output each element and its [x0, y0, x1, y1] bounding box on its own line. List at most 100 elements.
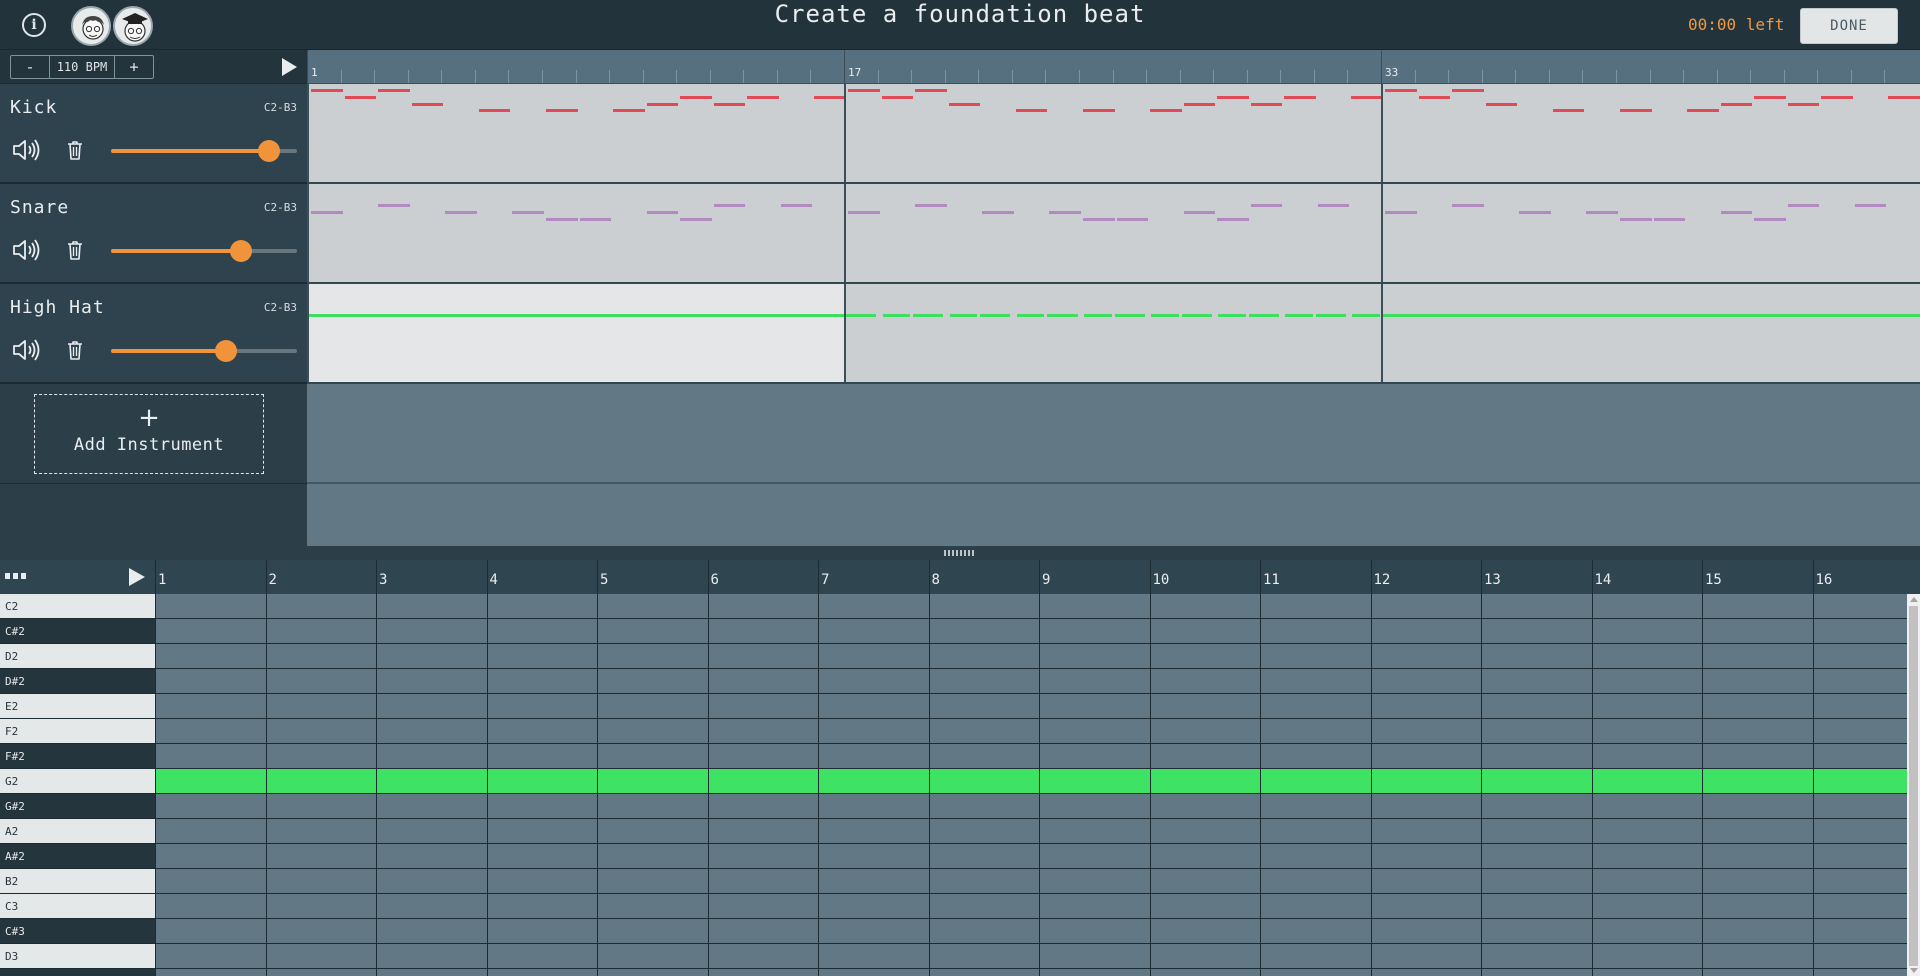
piano-key[interactable]: C3	[0, 894, 155, 919]
grid-row[interactable]	[155, 794, 1907, 819]
pattern-note	[1754, 218, 1786, 221]
add-instrument-button[interactable]: + Add Instrument	[34, 394, 264, 474]
scroll-down-icon[interactable]	[1910, 968, 1918, 973]
pattern-block[interactable]	[307, 284, 846, 382]
piano-key[interactable]: B2	[0, 869, 155, 894]
pattern-block[interactable]	[307, 84, 846, 182]
arrangement-timeline[interactable]: 1 17 33	[307, 50, 1920, 84]
piano-key[interactable]: E2	[0, 694, 155, 719]
page-title: Create a foundation beat	[774, 0, 1146, 28]
add-instrument-row: + Add Instrument	[0, 384, 307, 484]
grid-row[interactable]	[155, 594, 1907, 619]
grid-row[interactable]	[155, 869, 1907, 894]
pattern-note	[579, 218, 612, 221]
piano-key[interactable]: D#2	[0, 669, 155, 694]
pattern-block[interactable]	[844, 184, 1381, 282]
pattern-note	[1285, 314, 1313, 317]
add-instrument-label: Add Instrument	[73, 435, 225, 455]
step-number: 16	[1815, 572, 1833, 588]
pattern-note	[882, 314, 911, 317]
pattern-note	[1584, 314, 1618, 317]
timeline-marker: 1	[311, 66, 318, 79]
piano-key[interactable]: C2	[0, 594, 155, 619]
pattern-note	[1821, 96, 1853, 99]
play-icon[interactable]	[129, 568, 145, 586]
done-button[interactable]: DONE	[1800, 8, 1898, 44]
grid-row[interactable]	[155, 744, 1907, 769]
volume-knob[interactable]	[258, 140, 281, 162]
grid-row[interactable]	[155, 669, 1907, 694]
track-name[interactable]: High Hat	[10, 297, 105, 318]
piano-key[interactable]: D2	[0, 644, 155, 669]
pattern-block[interactable]	[307, 184, 844, 282]
speaker-icon[interactable]	[12, 338, 42, 362]
pattern-note	[1116, 218, 1149, 221]
piano-key[interactable]: A2	[0, 819, 155, 844]
step-divider	[376, 560, 377, 594]
track-name[interactable]: Kick	[10, 97, 57, 118]
grid-row[interactable]	[155, 769, 1907, 794]
timeline-tick	[1414, 70, 1416, 83]
piano-key[interactable]: G#2	[0, 794, 155, 819]
piano-key[interactable]: A#2	[0, 844, 155, 869]
grid-row[interactable]	[155, 644, 1907, 669]
pattern-block[interactable]	[1381, 84, 1920, 182]
piano-roll-grid[interactable]	[155, 594, 1907, 976]
pattern-note	[1886, 314, 1920, 317]
trash-icon[interactable]	[65, 138, 85, 162]
pattern-note	[713, 103, 746, 106]
pattern-block[interactable]	[1381, 284, 1920, 382]
step-divider	[265, 560, 267, 594]
grip-icon[interactable]	[944, 550, 976, 556]
pattern-block[interactable]	[844, 84, 1383, 182]
bpm-decrease-button[interactable]: -	[10, 55, 50, 79]
menu-dots-icon[interactable]	[5, 573, 27, 579]
volume-knob[interactable]	[215, 340, 238, 362]
track-name[interactable]: Snare	[10, 197, 69, 218]
panel-splitter[interactable]	[0, 546, 1920, 560]
pattern-note	[913, 314, 944, 317]
piano-key[interactable]: F#2	[0, 744, 155, 769]
pattern-note	[1047, 314, 1078, 317]
grid-row[interactable]	[155, 894, 1907, 919]
pattern-block[interactable]	[1381, 184, 1920, 282]
grid-row[interactable]	[155, 944, 1907, 969]
scroll-up-icon[interactable]	[1910, 597, 1918, 602]
grid-row[interactable]	[155, 619, 1907, 644]
grid-row[interactable]	[155, 919, 1907, 944]
grid-row[interactable]	[155, 819, 1907, 844]
trash-icon[interactable]	[65, 338, 85, 362]
speaker-icon[interactable]	[12, 138, 42, 162]
grid-row[interactable]	[155, 844, 1907, 869]
piano-key[interactable]: D3	[0, 944, 155, 969]
pattern-block[interactable]	[844, 284, 1381, 382]
timeline-tick	[1448, 70, 1450, 83]
volume-slider[interactable]	[111, 340, 297, 362]
pattern-note	[543, 314, 578, 317]
step-number: 14	[1594, 572, 1612, 588]
grid-row[interactable]	[155, 969, 1907, 976]
piano-key[interactable]: D#3	[0, 969, 155, 976]
grid-row[interactable]	[155, 719, 1907, 744]
volume-knob[interactable]	[230, 240, 253, 262]
timeline-tick	[1850, 70, 1852, 83]
step-number: 3	[379, 572, 388, 588]
trash-icon[interactable]	[65, 238, 85, 262]
pattern-note	[1718, 314, 1753, 317]
play-icon[interactable]	[282, 58, 297, 76]
grid-row[interactable]	[155, 694, 1907, 719]
volume-slider[interactable]	[111, 140, 297, 162]
piano-key[interactable]: F2	[0, 719, 155, 744]
scroll-thumb[interactable]	[1909, 606, 1918, 966]
pattern-note	[1082, 218, 1115, 221]
step-divider	[1812, 560, 1814, 594]
piano-key[interactable]: C#3	[0, 919, 155, 944]
pattern-note	[1250, 103, 1283, 106]
volume-slider[interactable]	[111, 240, 297, 262]
pattern-note	[1083, 314, 1112, 317]
bpm-increase-button[interactable]: +	[114, 55, 154, 79]
vertical-scrollbar[interactable]	[1907, 594, 1920, 976]
piano-key[interactable]: G2	[0, 769, 155, 794]
piano-key[interactable]: C#2	[0, 619, 155, 644]
speaker-icon[interactable]	[12, 238, 42, 262]
